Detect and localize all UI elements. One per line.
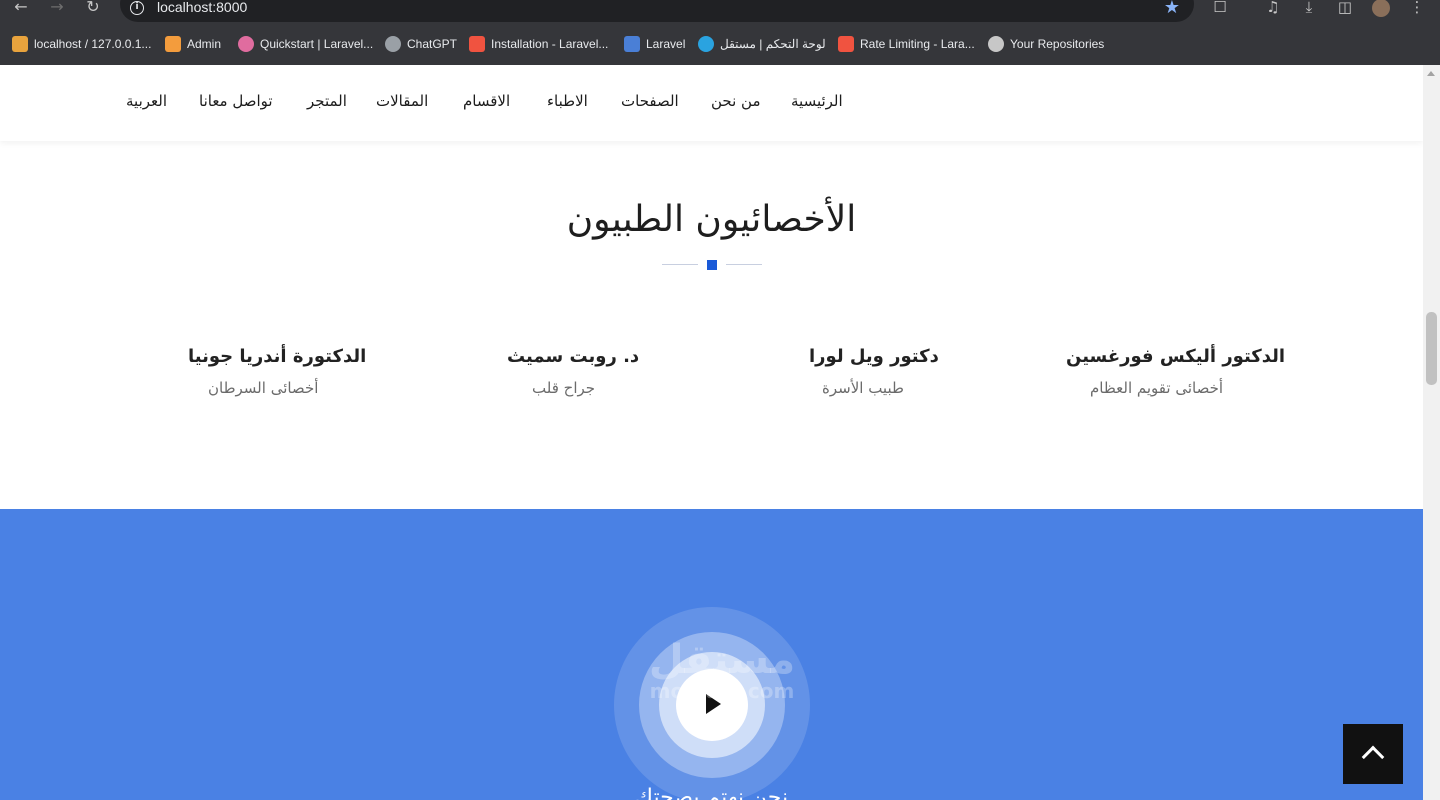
page-scrollbar[interactable] [1423, 65, 1440, 800]
bookmark-label: Rate Limiting - Lara... [860, 37, 975, 51]
bookmark-item[interactable]: Quickstart | Laravel... [238, 31, 373, 57]
doctor-role: أخصائى السرطان [208, 379, 319, 397]
bookmark-item[interactable]: Your Repositories [988, 31, 1104, 57]
section-title: الأخصائيون الطبيون [566, 199, 857, 240]
bookmark-item[interactable]: Installation - Laravel... [469, 31, 608, 57]
doctor-name[interactable]: الدكتور أليكس فورغسين [1066, 346, 1285, 367]
scrollbar-thumb[interactable] [1426, 312, 1437, 385]
video-section: نحن نهتم بصحتك [0, 509, 1423, 800]
downloads-icon[interactable]: ⤓ [1300, 0, 1318, 17]
xampp-icon [165, 36, 181, 52]
video-caption: نحن نهتم بصحتك [634, 785, 789, 800]
menu-kebab-icon[interactable]: ⋮ [1408, 0, 1426, 17]
browser-toolbar: ← → ↻ i localhost:8000 ★ ☐ ♫ ⤓ ◫ ⋮ [0, 0, 1440, 22]
bookmark-item[interactable]: Admin [165, 31, 221, 57]
nav-pages[interactable]: الصفحات [621, 92, 679, 110]
mostaql-icon [698, 36, 714, 52]
laravel-docs-icon [624, 36, 640, 52]
bookmark-label: Laravel [646, 37, 686, 51]
browser-chrome: ← → ↻ i localhost:8000 ★ ☐ ♫ ⤓ ◫ ⋮ local… [0, 0, 1440, 65]
doctor-role: أخصائى تقويم العظام [1090, 379, 1224, 397]
forward-icon[interactable]: → [46, 0, 68, 16]
extensions-icon[interactable]: ☐ [1211, 0, 1229, 17]
doctor-name[interactable]: دكتور ويل لورا [809, 346, 939, 367]
bookmark-label: ChatGPT [407, 37, 458, 51]
nav-store[interactable]: المتجر [307, 92, 347, 110]
back-to-top-button[interactable] [1343, 724, 1403, 784]
title-divider-right [726, 264, 762, 265]
play-video-button[interactable] [676, 669, 748, 741]
side-panel-icon[interactable]: ◫ [1336, 0, 1354, 17]
github-icon [988, 36, 1004, 52]
nav-language[interactable]: العربية [126, 92, 167, 110]
bookmark-label: Admin [187, 37, 222, 51]
laravel-icon [469, 36, 485, 52]
doctor-name[interactable]: د. روبت سميث [507, 346, 639, 367]
doctor-role: طبيب الأسرة [822, 379, 904, 397]
phpmyadmin-icon [12, 36, 28, 52]
site-navbar: الرئيسية من نحن الصفحات الاطباء الاقسام … [0, 65, 1423, 141]
bookmark-star-icon[interactable]: ★ [1164, 0, 1180, 18]
bookmark-label: Your Repositories [1010, 37, 1105, 51]
nav-about[interactable]: من نحن [711, 92, 761, 110]
bookmark-label: localhost / 127.0.0.1... [34, 37, 152, 51]
bookmarks-bar: localhost / 127.0.0.1... Admin Quickstar… [0, 31, 1440, 57]
reload-icon[interactable]: ↻ [82, 0, 104, 16]
title-divider-dot [707, 260, 717, 270]
nav-contact[interactable]: تواصل معانا [199, 92, 273, 110]
nav-home[interactable]: الرئيسية [791, 92, 843, 110]
nav-articles[interactable]: المقالات [376, 92, 428, 110]
doctor-role: جراح قلب [532, 379, 596, 397]
quickstart-icon [238, 36, 254, 52]
chatgpt-icon [385, 36, 401, 52]
bookmark-label: لوحة التحكم | مستقل [720, 37, 826, 51]
laravel-icon [838, 36, 854, 52]
play-icon [706, 694, 721, 714]
bookmark-label: Installation - Laravel... [491, 37, 609, 51]
bookmark-item[interactable]: ChatGPT [385, 31, 457, 57]
nav-departments[interactable]: الاقسام [463, 92, 510, 110]
back-icon[interactable]: ← [10, 0, 32, 16]
title-divider-left [662, 264, 698, 265]
url-text[interactable]: localhost:8000 [157, 0, 247, 15]
site-info-icon[interactable]: i [130, 1, 144, 15]
bookmark-label: Quickstart | Laravel... [260, 37, 374, 51]
scroll-up-icon[interactable] [1427, 71, 1435, 76]
bookmark-item[interactable]: Rate Limiting - Lara... [838, 31, 975, 57]
chevron-up-icon [1361, 745, 1385, 769]
bookmark-item[interactable]: لوحة التحكم | مستقل [698, 31, 826, 57]
page-viewport: الرئيسية من نحن الصفحات الاطباء الاقسام … [0, 65, 1423, 800]
media-control-icon[interactable]: ♫ [1264, 0, 1282, 17]
nav-doctors[interactable]: الاطباء [547, 92, 588, 110]
bookmark-item[interactable]: localhost / 127.0.0.1... [12, 31, 151, 57]
doctor-name[interactable]: الدكتورة أندريا جونيا [188, 346, 366, 367]
bookmark-item[interactable]: Laravel [624, 31, 685, 57]
address-bar[interactable]: i localhost:8000 ★ [120, 0, 1194, 22]
profile-avatar[interactable] [1372, 0, 1390, 17]
